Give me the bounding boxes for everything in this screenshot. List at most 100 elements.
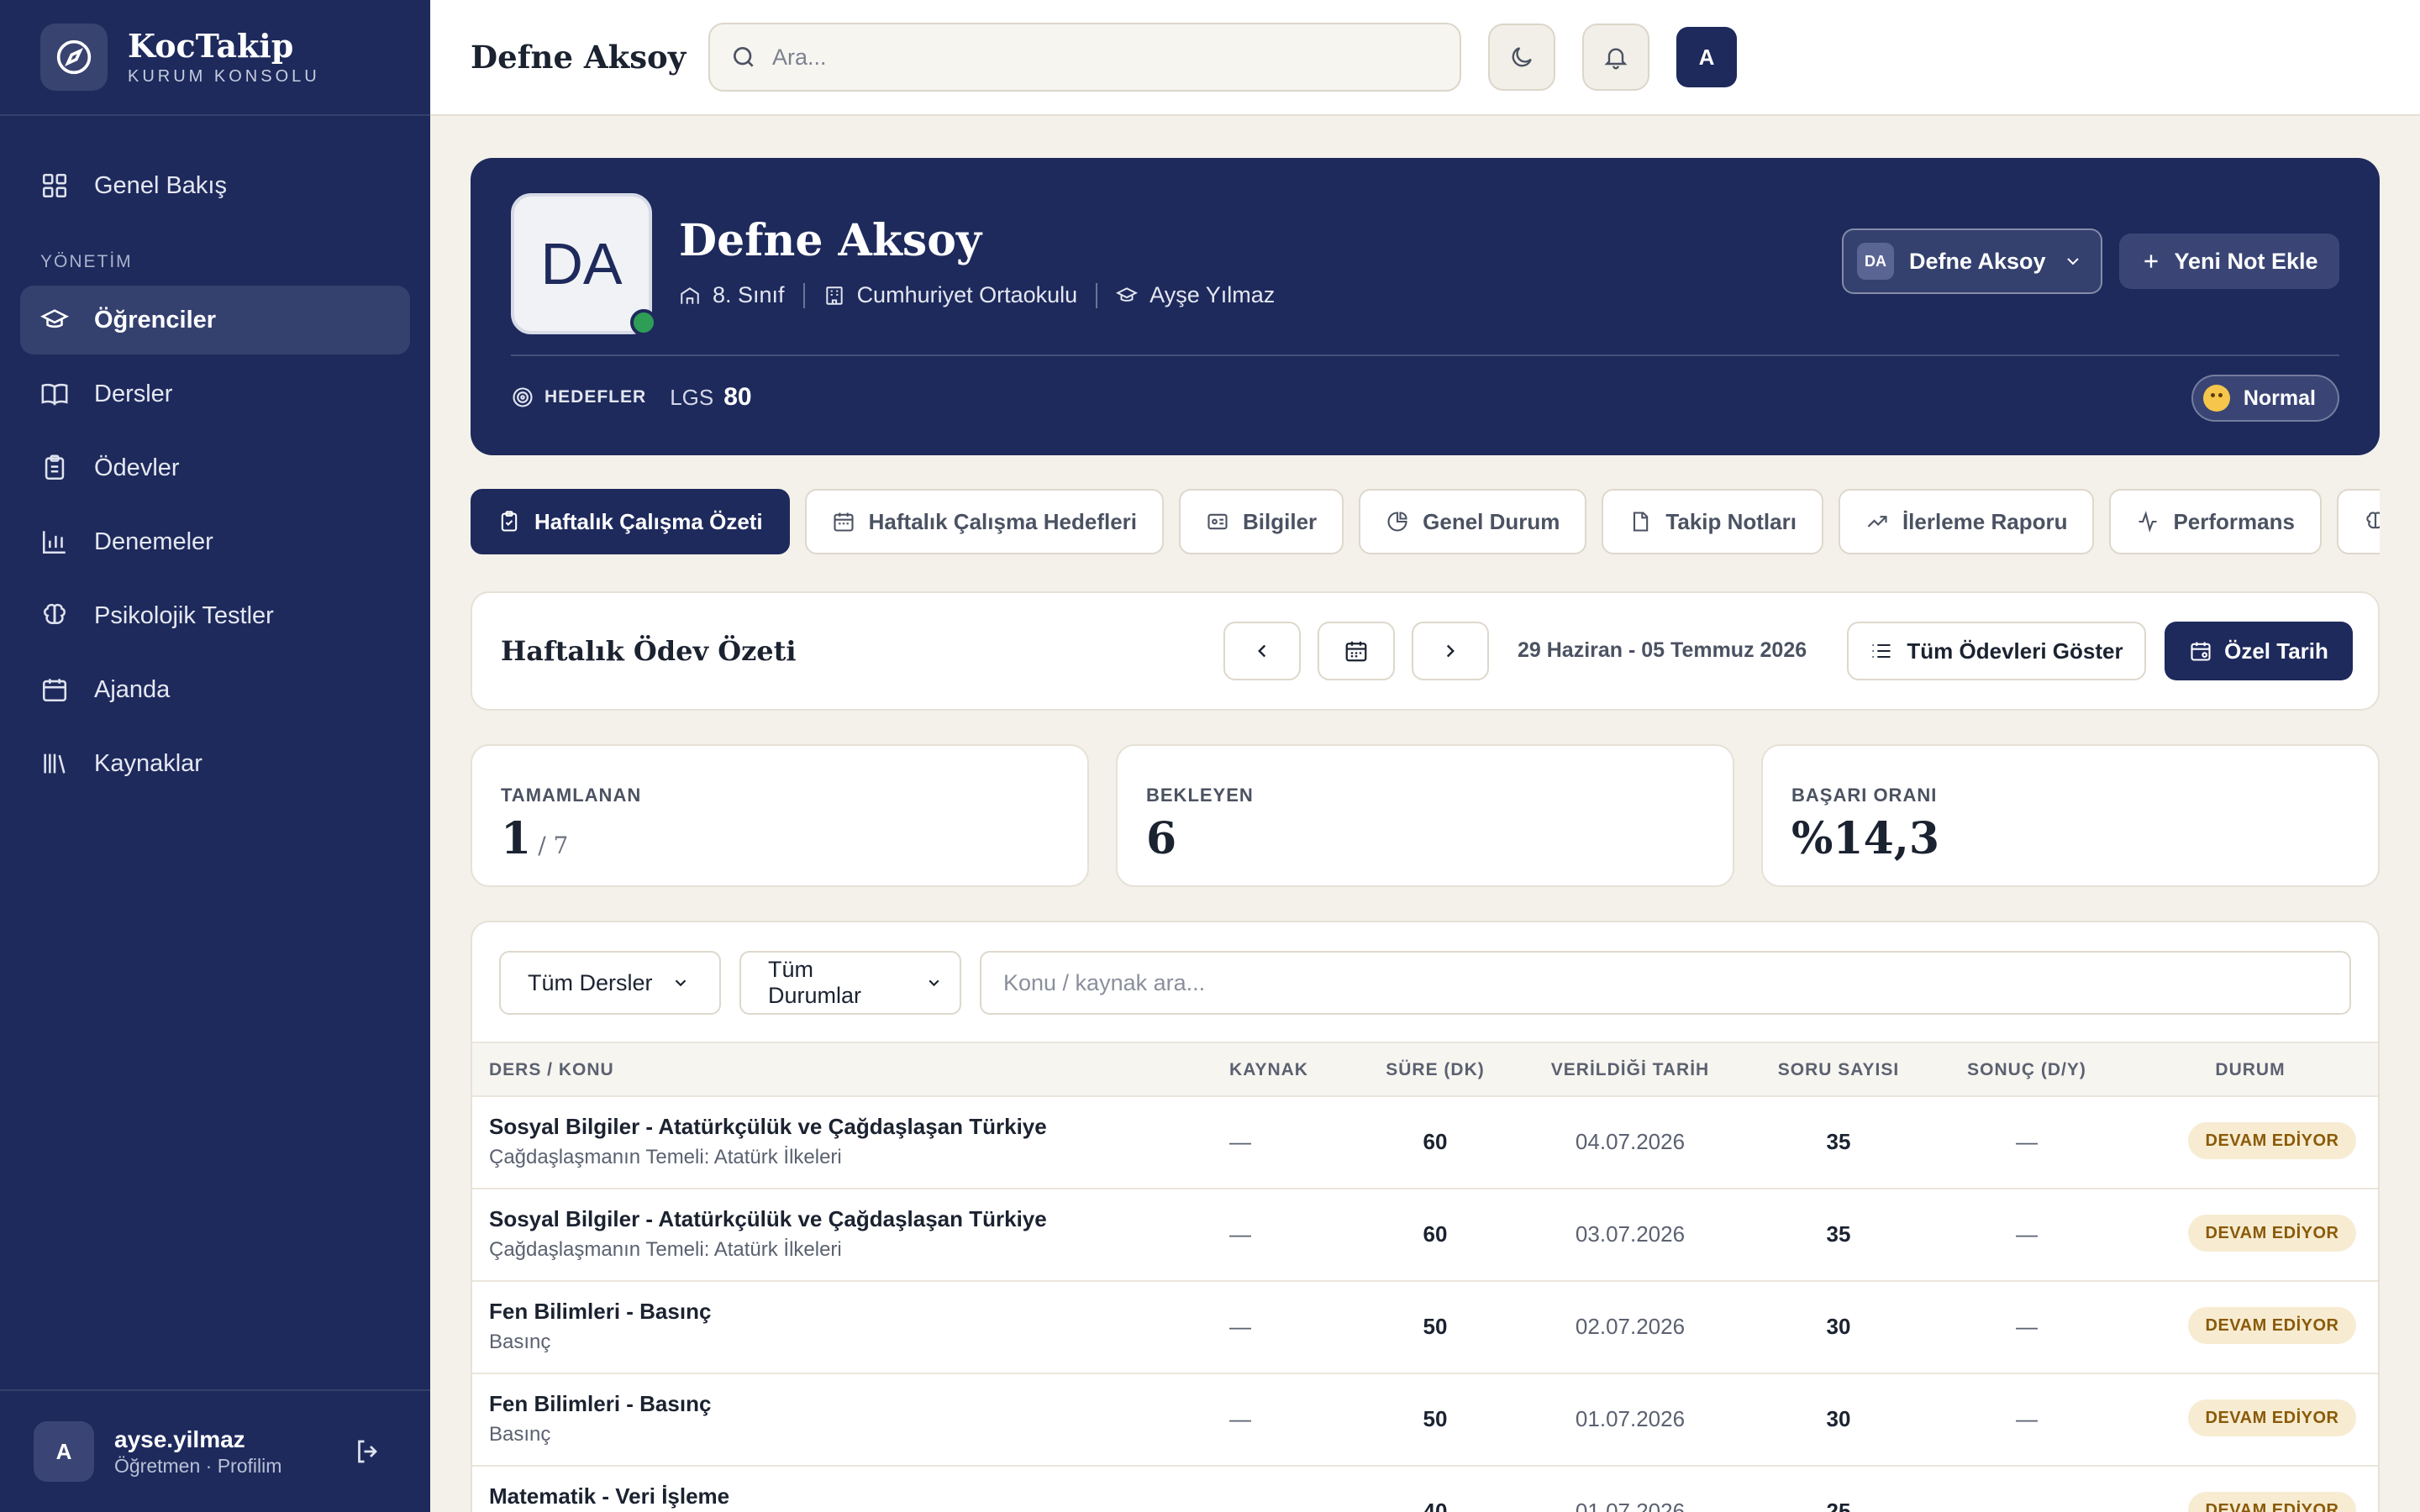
student-grade: 8. Sınıf [713, 282, 785, 307]
calendar-icon [2191, 642, 2211, 661]
tab-haftalik-calisma-hedefleri[interactable]: Haftalık Çalışma Hedefleri [804, 489, 1165, 554]
custom-date-button[interactable]: Özel Tarih [2165, 622, 2353, 680]
row-title: Sosyal Bilgiler - Atatürkçülük ve Çağdaş… [489, 1206, 1047, 1231]
sidebar-item-label: Psikolojik Testler [94, 601, 274, 629]
tab-psikolojik[interactable] [2336, 489, 2380, 554]
chevron-down-icon [2066, 258, 2079, 265]
goal-value: 80 [723, 383, 752, 411]
tab-label: Performans [2173, 508, 2295, 534]
table-row[interactable]: Matematik - Veri İşleme — 40 01.07.2026 25 — D… [472, 1467, 2378, 1512]
sidebar-item-genel-bakis[interactable]: Genel Bakış [20, 151, 410, 220]
library-icon [44, 753, 66, 774]
sidebar-item-label: Öğrenciler [94, 306, 217, 333]
theme-toggle-button[interactable] [1488, 24, 1555, 91]
tab-performans[interactable]: Performans [2109, 489, 2322, 554]
topbar: Defne Aksoy Ara... A [430, 0, 2420, 116]
sidebar-item-dersler[interactable]: Dersler [20, 360, 410, 428]
row-result: — [2016, 1406, 2038, 1431]
tab-ilerleme-raporu[interactable]: İlerleme Raporu [1838, 489, 2095, 554]
notifications-button[interactable] [1582, 24, 1649, 91]
row-source: — [1229, 1129, 1251, 1154]
brand[interactable]: KocTakip KURUM KONSOLU [0, 0, 430, 116]
sidebar-item-denemeler[interactable]: Denemeler [20, 507, 410, 576]
tab-genel-durum[interactable]: Genel Durum [1359, 489, 1587, 554]
column-header[interactable]: SONUÇ (D/Y) [1967, 1060, 2086, 1080]
row-questions: 25 [1826, 1499, 1851, 1512]
tab-bilgiler[interactable]: Bilgiler [1179, 489, 1344, 554]
user-name: ayse.yilmaz [114, 1425, 245, 1452]
table-row[interactable]: Sosyal Bilgiler - Atatürkçülük ve Çağdaş… [472, 1189, 2378, 1282]
avatar: A [34, 1421, 94, 1482]
logout-icon[interactable] [353, 1436, 383, 1467]
activity-icon [2139, 511, 2157, 533]
tab-label: Haftalık Çalışma Hedefleri [868, 508, 1138, 534]
row-duration: 40 [1423, 1499, 1448, 1512]
search-input[interactable]: Ara... [708, 23, 1461, 92]
column-header[interactable]: DERS / KONU [489, 1060, 614, 1080]
mood-badge[interactable]: Normal [2191, 375, 2339, 422]
stat-value: 1/ 7 [501, 813, 569, 864]
user-profile[interactable]: A ayse.yilmaz Öğretmen · Profilim [0, 1389, 430, 1512]
row-title: Fen Bilimleri - Basınç [489, 1391, 712, 1416]
row-title: Matematik - Veri İşleme [489, 1483, 730, 1509]
grid-icon [42, 173, 67, 198]
divider [802, 282, 805, 308]
show-all-homework-button[interactable]: Tüm Ödevleri Göster [1847, 622, 2146, 680]
row-duration: 60 [1423, 1129, 1448, 1154]
tab-label: Takip Notları [1665, 508, 1797, 534]
column-header[interactable]: KAYNAK [1229, 1060, 1308, 1080]
next-week-button[interactable] [1412, 622, 1489, 680]
row-result: — [2016, 1221, 2038, 1247]
sidebar-item-ajanda[interactable]: Ajanda [20, 655, 410, 724]
search-placeholder: Ara... [772, 44, 827, 70]
sidebar-item-odevler[interactable]: Ödevler [20, 433, 410, 502]
student-meta: 8. Sınıf Cumhuriyet Ortaokulu Ayşe Yılma… [679, 282, 1275, 308]
status-filter-select[interactable]: Tüm Durumlar [739, 951, 961, 1015]
row-source: — [1229, 1314, 1251, 1339]
status-badge: DEVAM EDİYOR [2188, 1122, 2356, 1159]
row-date: 02.07.2026 [1575, 1314, 1686, 1339]
book-icon [41, 383, 68, 406]
topic-search-input[interactable]: Konu / kaynak ara... [980, 951, 2351, 1015]
row-duration: 50 [1423, 1314, 1448, 1339]
student-tabs: Haftalık Çalışma Özeti Haftalık Çalışma … [471, 489, 2380, 554]
user-role: Öğretmen · Profilim [114, 1454, 282, 1477]
status-badge: DEVAM EDİYOR [2188, 1215, 2356, 1252]
row-title: Fen Bilimleri - Basınç [489, 1299, 712, 1324]
goal-exam: LGS [670, 384, 714, 410]
column-header[interactable]: VERİLDİĞİ TARİH [1551, 1060, 1709, 1080]
calendar-button[interactable] [1318, 622, 1395, 680]
subject-filter-select[interactable]: Tüm Dersler [499, 951, 721, 1015]
mood-label: Normal [2243, 386, 2316, 410]
status-badge: DEVAM EDİYOR [2188, 1307, 2356, 1344]
table-row[interactable]: Sosyal Bilgiler - Atatürkçülük ve Çağdaş… [472, 1097, 2378, 1189]
add-note-button[interactable]: Yeni Not Ekle [2119, 234, 2339, 289]
status-badge: DEVAM EDİYOR [2188, 1399, 2356, 1436]
table-row[interactable]: Fen Bilimleri - Basınç Basınç — 50 01.07.202… [472, 1374, 2378, 1467]
calendar-icon [1345, 641, 1367, 662]
bell-icon [1604, 48, 1628, 70]
sidebar-item-kaynaklar[interactable]: Kaynaklar [20, 729, 410, 798]
sidebar-item-psikolojik-testler[interactable]: Psikolojik Testler [20, 581, 410, 650]
sidebar-item-ogrenciler[interactable]: Öğrenciler [20, 286, 410, 354]
column-header[interactable]: SÜRE (DK) [1386, 1060, 1485, 1080]
chevron-left-icon [1258, 644, 1266, 658]
tab-takip-notlari[interactable]: Takip Notları [1602, 489, 1823, 554]
column-header[interactable]: DURUM [2215, 1060, 2285, 1080]
avatar[interactable]: A [1676, 27, 1737, 87]
column-header[interactable]: SORU SAYISI [1778, 1060, 1899, 1080]
tab-label: Haftalık Çalışma Özeti [534, 508, 763, 534]
compass-icon [40, 24, 108, 91]
avatar: DA [1857, 243, 1894, 280]
row-source: — [1229, 1499, 1251, 1512]
sidebar-item-label: Dersler [94, 380, 173, 407]
sidebar-item-label: Kaynaklar [94, 749, 203, 777]
sidebar: KocTakip KURUM KONSOLU Genel Bakış YÖNET… [0, 0, 430, 1512]
previous-week-button[interactable] [1223, 622, 1301, 680]
tab-haftalik-calisma-ozeti[interactable]: Haftalık Çalışma Özeti [471, 489, 790, 554]
table-row[interactable]: Fen Bilimleri - Basınç Basınç — 50 02.07.202… [472, 1282, 2378, 1374]
student-select-dropdown[interactable]: DA Defne Aksoy [1842, 228, 2102, 294]
row-date: 01.07.2026 [1575, 1406, 1686, 1431]
add-note-label: Yeni Not Ekle [2174, 248, 2318, 274]
moon-icon [1512, 47, 1532, 67]
